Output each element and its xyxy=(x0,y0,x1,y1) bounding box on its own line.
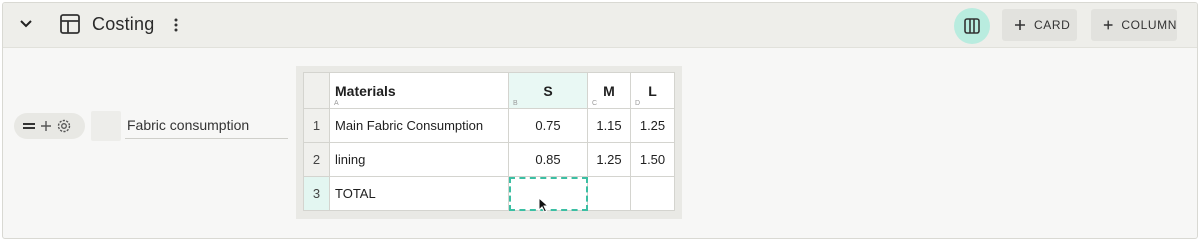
field-icon-placeholder xyxy=(91,111,121,141)
row-number[interactable]: 1 xyxy=(303,108,330,143)
spreadsheet-container: Materials A S B M C L D 1 Main Fabric Co… xyxy=(296,66,682,219)
column-header-s[interactable]: S B xyxy=(508,72,588,109)
column-letter: B xyxy=(513,100,518,107)
columns-view-icon xyxy=(963,17,981,35)
add-column-button[interactable]: COLUMN xyxy=(1091,9,1177,41)
column-header-l[interactable]: L D xyxy=(630,72,675,109)
gear-icon[interactable] xyxy=(56,118,72,134)
size-m-cell[interactable]: 1.15 xyxy=(587,108,631,143)
row-number[interactable]: 3 xyxy=(303,176,330,211)
size-l-cell[interactable]: 1.25 xyxy=(630,108,675,143)
size-m-cell[interactable]: 1.25 xyxy=(587,142,631,177)
column-letter: A xyxy=(334,100,339,107)
table-row: 2 lining 0.85 1.25 1.50 xyxy=(303,142,675,177)
column-header-label: M xyxy=(603,82,615,99)
table-row: 1 Main Fabric Consumption 0.75 1.15 1.25 xyxy=(303,108,675,143)
chevron-down-icon[interactable] xyxy=(19,17,33,36)
add-column-label: COLUMN xyxy=(1121,18,1177,32)
drag-handle-icon[interactable] xyxy=(22,121,36,131)
field-label-input[interactable]: Fabric consumption xyxy=(125,117,288,139)
corner-cell xyxy=(303,72,330,109)
add-card-label: CARD xyxy=(1034,18,1071,32)
size-s-cell[interactable]: 0.75 xyxy=(508,108,588,143)
columns-view-button[interactable] xyxy=(954,8,990,44)
column-letter: C xyxy=(592,100,598,107)
costing-panel: Costing CARD COLUMN Fabric consumption M… xyxy=(2,2,1198,239)
material-cell[interactable]: lining xyxy=(329,142,509,177)
column-header-m[interactable]: M C xyxy=(587,72,631,109)
size-l-cell[interactable]: 1.50 xyxy=(630,142,675,177)
table-row: 3 TOTAL xyxy=(303,176,675,211)
row-number[interactable]: 2 xyxy=(303,142,330,177)
more-vertical-icon[interactable] xyxy=(173,17,179,38)
spreadsheet: Materials A S B M C L D 1 Main Fabric Co… xyxy=(303,72,675,211)
size-s-cell[interactable]: 0.85 xyxy=(508,142,588,177)
material-cell[interactable]: TOTAL xyxy=(329,176,509,211)
panel-header: Costing CARD COLUMN xyxy=(3,3,1197,48)
add-card-button[interactable]: CARD xyxy=(1002,9,1077,41)
size-l-cell[interactable] xyxy=(630,176,675,211)
plus-icon[interactable] xyxy=(40,120,52,132)
column-header-label: L xyxy=(648,82,657,99)
material-cell[interactable]: Main Fabric Consumption xyxy=(329,108,509,143)
row-controls xyxy=(14,113,85,139)
size-m-cell[interactable] xyxy=(587,176,631,211)
plus-icon xyxy=(1103,20,1113,30)
mouse-pointer-icon xyxy=(538,196,550,218)
column-letter: D xyxy=(635,100,641,107)
column-header-materials[interactable]: Materials A xyxy=(329,72,509,109)
column-header-label: Materials xyxy=(335,82,396,99)
page-title: Costing xyxy=(92,14,155,34)
plus-icon xyxy=(1015,20,1025,30)
column-header-label: S xyxy=(543,82,553,99)
layout-table-icon xyxy=(59,13,81,40)
